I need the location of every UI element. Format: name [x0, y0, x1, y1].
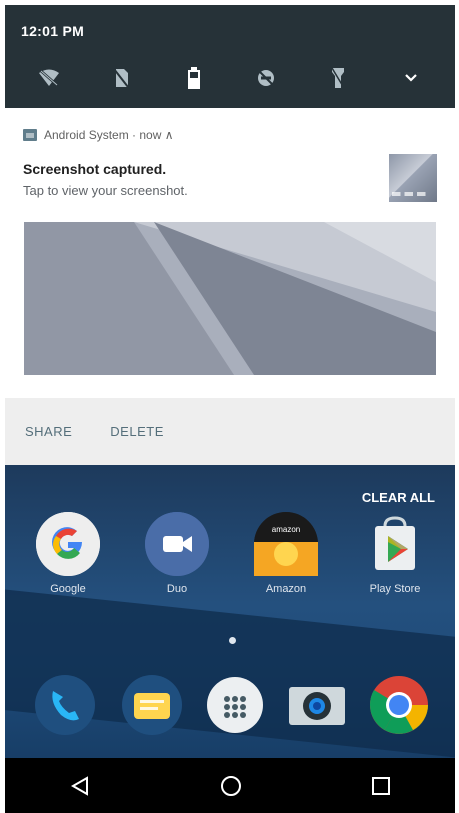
wifi-off-icon[interactable] [35, 65, 63, 91]
app-label: Google [50, 583, 86, 595]
delete-button[interactable]: DELETE [110, 424, 164, 439]
flashlight-icon[interactable] [324, 65, 352, 91]
recents-icon[interactable] [371, 776, 391, 796]
notification-header: Android System · now ∧ [23, 128, 174, 142]
notification-actions: SHARE DELETE [5, 398, 455, 465]
phone-icon[interactable] [33, 673, 97, 737]
clear-all-button[interactable]: CLEAR ALL [362, 490, 435, 505]
app-amazon[interactable]: amazon Amazon [241, 512, 331, 595]
chrome-icon[interactable] [367, 673, 431, 737]
image-icon [23, 129, 37, 141]
share-button[interactable]: SHARE [25, 424, 72, 439]
app-label: Duo [166, 583, 188, 595]
app-google[interactable]: Google [23, 512, 113, 595]
app-label: Play Store [369, 583, 421, 595]
status-time: 12:01 PM [21, 23, 85, 39]
google-icon [36, 512, 100, 576]
screenshot-preview[interactable] [24, 222, 436, 375]
app-label: Amazon [265, 583, 307, 595]
home-icon[interactable] [219, 774, 243, 798]
app-play-store[interactable]: Play Store [350, 512, 440, 595]
no-sim-icon[interactable] [107, 65, 135, 91]
screenshot-notification[interactable]: Android System · now ∧ Screenshot captur… [5, 108, 455, 398]
navigation-bar [5, 758, 455, 813]
app-duo[interactable]: Duo [132, 512, 222, 595]
quick-settings-panel: 12:01 PM [5, 5, 455, 108]
page-indicator [229, 637, 236, 644]
chevron-down-icon[interactable] [397, 65, 425, 91]
screenshot-thumbnail [389, 154, 437, 202]
amazon-wordmark: amazon [272, 525, 300, 534]
camera-icon[interactable] [285, 673, 349, 737]
quick-settings-row [5, 63, 455, 93]
app-drawer-icon[interactable] [203, 673, 267, 737]
video-camera-icon [145, 512, 209, 576]
do-not-disturb-icon[interactable] [252, 65, 280, 91]
amazon-icon: amazon [254, 512, 318, 576]
notification-source: Android System · now ∧ [44, 128, 174, 142]
notification-text: Tap to view your screenshot. [23, 183, 188, 198]
notification-title: Screenshot captured. [23, 161, 167, 177]
back-icon[interactable] [69, 775, 91, 797]
battery-icon[interactable] [180, 65, 208, 91]
messages-icon[interactable] [120, 673, 184, 737]
play-store-icon [363, 512, 427, 576]
